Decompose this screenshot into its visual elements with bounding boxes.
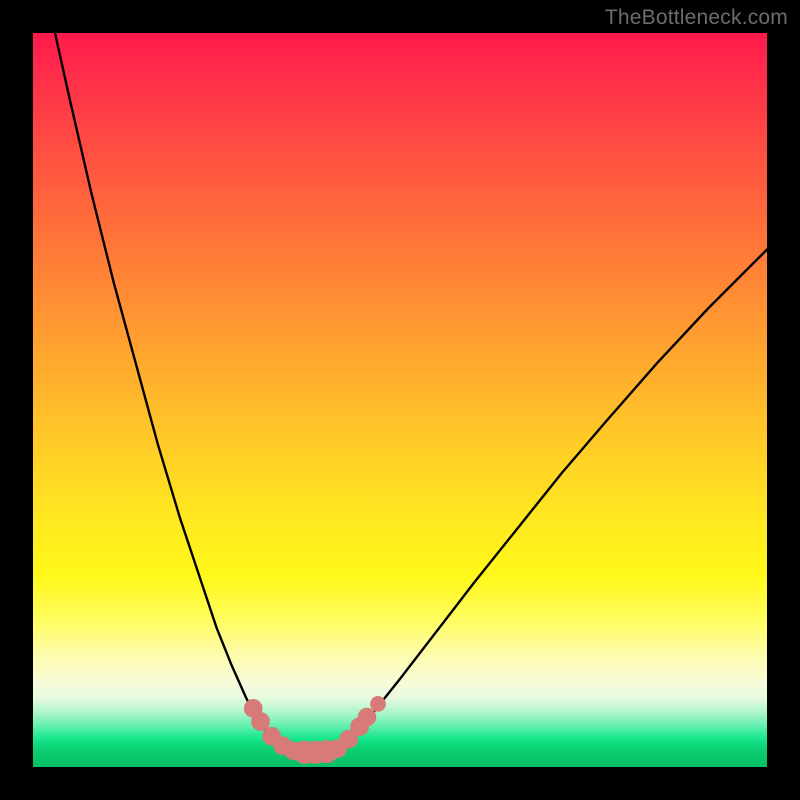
marker-group	[244, 697, 385, 764]
data-marker	[371, 697, 386, 712]
data-marker	[252, 713, 270, 731]
chart-svg	[33, 33, 767, 767]
watermark-text: TheBottleneck.com	[605, 6, 788, 30]
bottleneck-curve	[55, 33, 767, 752]
curve-group	[55, 33, 767, 752]
data-marker	[358, 708, 376, 726]
outer-frame: TheBottleneck.com	[0, 0, 800, 800]
plot-area	[33, 33, 767, 767]
